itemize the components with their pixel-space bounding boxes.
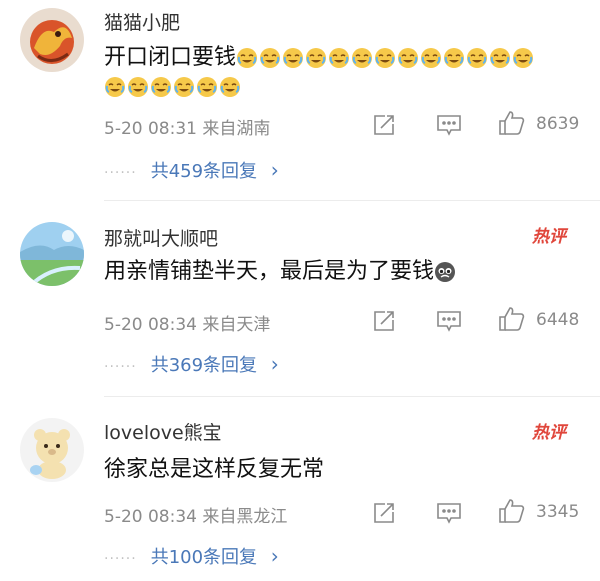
reply-dots: ······ [104,359,137,375]
comment-meta: 5-20 08:31 来自湖南 [104,119,271,139]
laugh-cry-emoji [174,77,194,97]
laugh-cry-emoji [513,48,534,68]
like-count: 6448 [536,310,580,330]
comment-text: 徐家总是这样反复无常 [104,457,325,482]
avatar[interactable] [20,8,84,72]
reply-count: 共100条回复 [150,547,258,568]
thumbs-up-icon[interactable] [498,498,526,528]
reply-dots: ······ [104,551,137,567]
laugh-cry-emoji [237,48,258,68]
laugh-cry-emoji [467,48,488,68]
comment-meta: 5-20 08:34 来自黑龙江 [104,507,288,527]
emoji-row-1 [236,47,534,69]
laugh-cry-emoji [220,77,240,97]
view-replies-link[interactable]: ······ 共369条回复 › [104,351,279,377]
hot-comment-badge: 热评 [532,222,578,248]
comment-body: 开口闭口要钱 [104,45,237,70]
avatar[interactable] [20,222,84,286]
share-icon[interactable] [372,113,396,141]
laugh-cry-emoji [283,48,304,68]
laugh-cry-emoji [105,77,125,97]
reply-count: 共369条回复 [150,355,258,376]
laugh-cry-emoji [444,48,465,68]
comment-icon[interactable] [436,502,462,528]
like-count: 8639 [536,114,580,134]
username[interactable]: lovelove熊宝 [104,418,222,445]
hot-comment-badge: 热评 [532,418,578,444]
comment-icon[interactable] [436,114,462,140]
username[interactable]: 猫猫小肥 [104,8,180,35]
comment-text: 开口闭口要钱 [104,42,534,74]
laugh-cry-emoji [398,48,419,68]
laugh-cry-emoji [197,77,217,97]
emoji-row-2 [104,76,241,98]
thumbs-up-icon[interactable] [498,110,526,140]
view-replies-link[interactable]: ······ 共100条回复 › [104,543,279,569]
reply-dots: ······ [104,165,137,181]
view-replies-link[interactable]: ······ 共459条回复 › [104,157,279,183]
chevron-right-icon: › [270,544,279,568]
divider [104,200,600,201]
laugh-cry-emoji [375,48,396,68]
avatar[interactable] [20,418,84,482]
hot-label: 热评 [532,227,566,247]
laugh-cry-emoji [306,48,327,68]
share-icon[interactable] [372,501,396,529]
laugh-cry-emoji [421,48,442,68]
comment-icon[interactable] [436,310,462,336]
laugh-cry-emoji [151,77,171,97]
reply-count: 共459条回复 [150,161,258,182]
username[interactable]: 那就叫大顺吧 [104,224,218,251]
thumbs-up-icon[interactable] [498,306,526,336]
laugh-cry-emoji [329,48,350,68]
like-count: 3345 [536,502,580,522]
laugh-cry-emoji [352,48,373,68]
comment-meta: 5-20 08:34 来自天津 [104,315,271,335]
crying-face-emoji [434,261,456,283]
chevron-right-icon: › [270,158,279,182]
comment-body: 用亲情铺垫半天，最后是为了要钱 [104,259,435,284]
chevron-right-icon: › [270,352,279,376]
comment-2: 那就叫大顺吧 热评 用亲情铺垫半天，最后是为了要钱 5-20 08:34 来自天… [0,202,600,396]
laugh-cry-emoji [260,48,281,68]
laugh-cry-emoji [128,77,148,97]
divider [104,396,600,397]
share-icon[interactable] [372,309,396,337]
hot-label: 热评 [532,423,566,443]
comment-3: lovelove熊宝 热评 徐家总是这样反复无常 5-20 08:34 来自黑龙… [0,398,600,581]
comment-1: 猫猫小肥 开口闭口要钱 5-20 08:31 来自湖南 8639 ······ 共… [0,0,600,196]
emoji-line-2 [104,74,241,100]
comment-text: 用亲情铺垫半天，最后是为了要钱 [104,256,456,288]
laugh-cry-emoji [490,48,511,68]
